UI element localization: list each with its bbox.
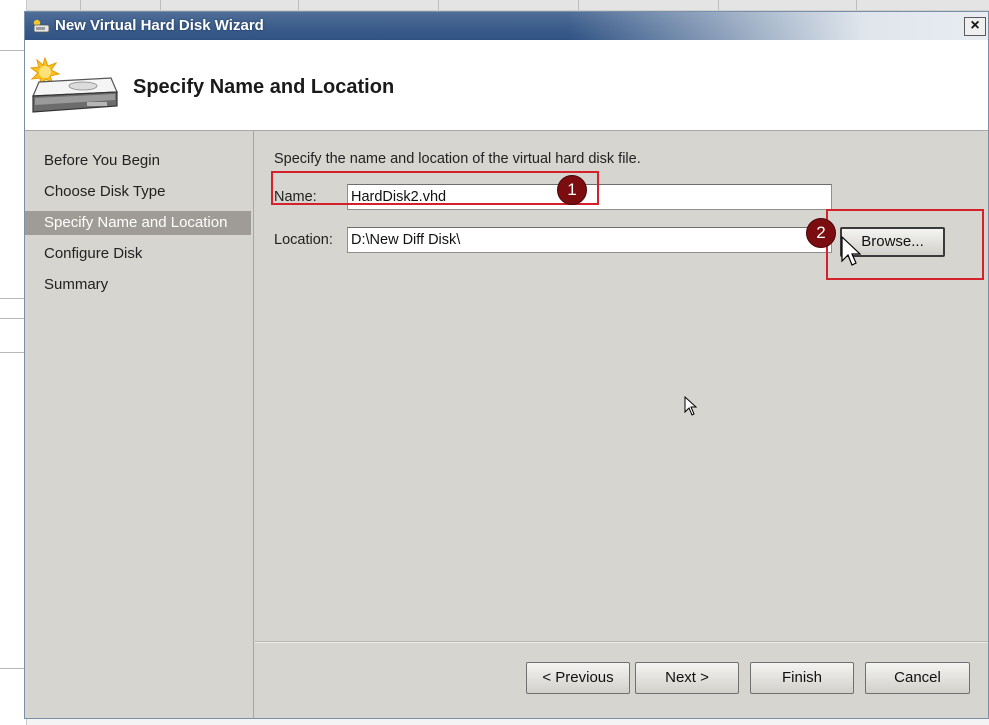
previous-button[interactable]: < Previous bbox=[526, 662, 630, 694]
sidebar-item-before-you-begin[interactable]: Before You Begin bbox=[25, 149, 251, 173]
background-toolbar bbox=[0, 0, 989, 11]
location-input[interactable] bbox=[347, 227, 832, 253]
hard-disk-icon bbox=[29, 56, 118, 113]
instruction-text: Specify the name and location of the vir… bbox=[274, 151, 641, 167]
cancel-button[interactable]: Cancel bbox=[865, 662, 970, 694]
background-panel bbox=[0, 0, 27, 725]
title-bar[interactable]: New Virtual Hard Disk Wizard × bbox=[25, 12, 988, 40]
next-button[interactable]: Next > bbox=[635, 662, 739, 694]
sidebar-item-choose-disk-type[interactable]: Choose Disk Type bbox=[25, 180, 251, 204]
window-title: New Virtual Hard Disk Wizard bbox=[55, 17, 264, 34]
sidebar-item-configure-disk[interactable]: Configure Disk bbox=[25, 242, 251, 266]
mouse-cursor-icon bbox=[841, 236, 861, 266]
annotation-badge-2: 2 bbox=[806, 218, 836, 248]
annotation-highlight-name bbox=[271, 171, 599, 205]
secondary-cursor-icon bbox=[684, 396, 698, 416]
annotation-badge-1: 1 bbox=[557, 175, 587, 205]
wizard-window: New Virtual Hard Disk Wizard × Specify N… bbox=[24, 11, 989, 719]
finish-button[interactable]: Finish bbox=[750, 662, 854, 694]
close-button[interactable]: × bbox=[964, 17, 986, 36]
page-title: Specify Name and Location bbox=[133, 76, 395, 98]
wizard-steps-sidebar: Before You Begin Choose Disk Type Specif… bbox=[25, 131, 254, 718]
wizard-app-icon bbox=[33, 19, 50, 33]
location-label: Location: bbox=[274, 232, 333, 248]
sidebar-item-summary[interactable]: Summary bbox=[25, 273, 251, 297]
sidebar-item-specify-name-and-location[interactable]: Specify Name and Location bbox=[25, 211, 251, 235]
wizard-header: Specify Name and Location bbox=[25, 40, 988, 131]
